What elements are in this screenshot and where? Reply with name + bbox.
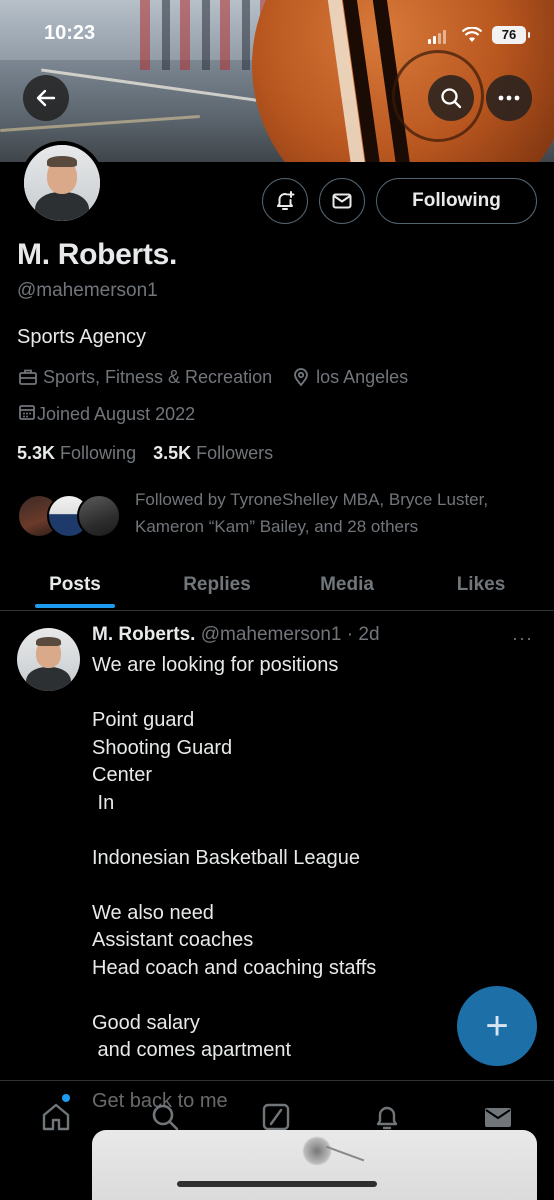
avatar-photo xyxy=(17,628,80,691)
post-header: M. Roberts. @mahemerson1 · 2d xyxy=(92,624,380,646)
back-button[interactable] xyxy=(23,75,69,121)
more-horizontal-icon xyxy=(498,95,520,101)
profile-joined: Joined August 2022 xyxy=(37,404,196,424)
preview-image-line xyxy=(319,1145,365,1179)
notifications-icon[interactable] xyxy=(370,1100,404,1134)
following-button[interactable]: Following xyxy=(376,178,537,224)
active-tab-indicator xyxy=(35,604,115,608)
status-time: 10:23 xyxy=(44,22,96,44)
profile-meta-row: Sports, Fitness & Recreation los Angeles xyxy=(17,366,408,388)
followed-by-row[interactable]: Followed by TyroneShelley MBA, Bryce Lus… xyxy=(17,486,537,542)
briefcase-icon xyxy=(17,366,39,388)
post-more-button[interactable]: ··· xyxy=(512,628,533,649)
plus-icon: + xyxy=(485,1003,509,1048)
follower-avatar xyxy=(77,494,121,538)
home-indicator xyxy=(177,1181,377,1187)
profile-category: Sports, Fitness & Recreation xyxy=(43,366,273,387)
profile-location: los Angeles xyxy=(316,366,409,387)
notify-button[interactable] xyxy=(262,178,308,224)
message-button[interactable] xyxy=(319,178,365,224)
grok-icon[interactable] xyxy=(259,1100,293,1134)
following-count: 5.3K xyxy=(17,443,56,463)
calendar-icon xyxy=(17,402,37,427)
search-button[interactable] xyxy=(428,75,474,121)
post-author-handle[interactable]: @mahemerson1 xyxy=(201,624,342,645)
location-pin-icon xyxy=(290,366,312,388)
home-icon[interactable] xyxy=(39,1100,73,1134)
profile-joined-row: Joined August 2022 xyxy=(17,402,195,427)
envelope-icon xyxy=(332,193,352,209)
post-time[interactable]: 2d xyxy=(358,624,379,645)
profile-name: M. Roberts. xyxy=(17,238,178,271)
status-bar: 10:23 76 xyxy=(0,18,554,52)
followed-by-text: Followed by TyroneShelley MBA, Bryce Lus… xyxy=(135,490,489,536)
following-label: Following xyxy=(60,443,137,463)
home-notification-dot xyxy=(62,1094,70,1102)
following-stat[interactable]: 5.3K Following xyxy=(17,443,136,463)
tab-likes[interactable]: Likes xyxy=(406,558,554,611)
post-author-name[interactable]: M. Roberts. xyxy=(92,624,195,645)
battery-icon: 76 xyxy=(492,26,530,44)
profile-bio: Sports Agency xyxy=(17,326,146,348)
cellular-signal-icon xyxy=(428,30,446,44)
avatar-photo xyxy=(24,145,100,221)
compose-button[interactable]: + xyxy=(457,986,537,1066)
post-author-avatar[interactable] xyxy=(17,628,80,691)
wifi-icon xyxy=(462,27,482,42)
bell-plus-icon xyxy=(277,191,295,210)
more-options-button[interactable] xyxy=(486,75,532,121)
followers-stat[interactable]: 3.5K Followers xyxy=(153,443,273,463)
search-icon xyxy=(441,88,462,109)
profile-handle: @mahemerson1 xyxy=(17,280,158,301)
post-separator: · xyxy=(341,624,359,645)
tab-replies[interactable]: Replies xyxy=(142,558,292,611)
followers-count: 3.5K xyxy=(153,443,192,463)
profile-avatar[interactable] xyxy=(20,141,104,225)
messages-icon[interactable] xyxy=(481,1100,515,1134)
search-icon[interactable] xyxy=(148,1100,182,1134)
tab-media[interactable]: Media xyxy=(272,558,422,611)
followers-label: Followers xyxy=(196,443,274,463)
profile-stats: 5.3K Following 3.5K Followers xyxy=(17,443,273,464)
arrow-left-icon xyxy=(36,89,56,107)
media-preview-sheet[interactable] xyxy=(92,1130,537,1200)
